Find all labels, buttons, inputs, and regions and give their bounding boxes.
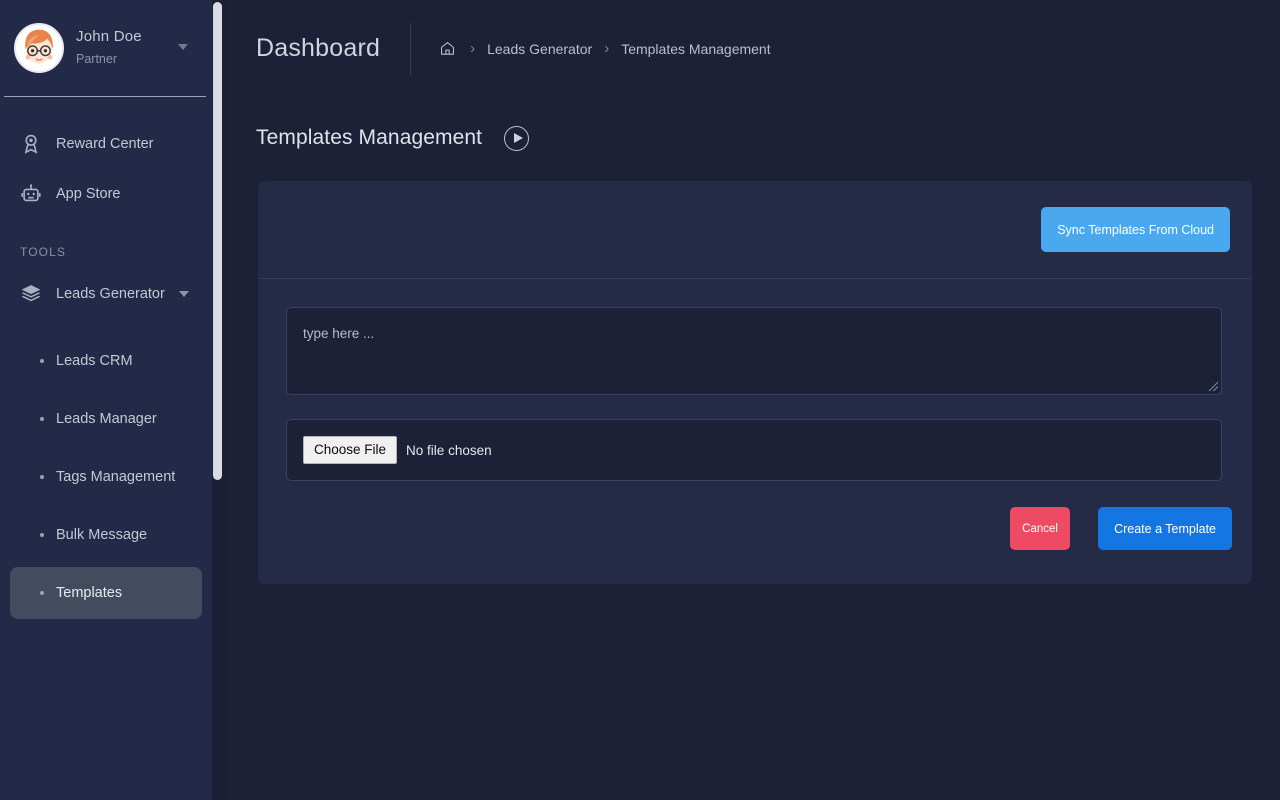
play-circle-icon[interactable]: [504, 125, 530, 151]
create-template-button[interactable]: Create a Template: [1098, 507, 1232, 550]
sidebar-group-leads-generator[interactable]: Leads Generator: [0, 269, 212, 319]
award-ribbon-icon: [18, 131, 44, 157]
home-icon[interactable]: [439, 40, 456, 57]
template-textarea[interactable]: [286, 307, 1222, 395]
sidebar-section-label: TOOLS: [20, 245, 66, 259]
breadcrumb-separator: ›: [470, 40, 476, 57]
bullet-icon: [40, 533, 44, 537]
card-body: Choose File No file chosen: [258, 279, 1252, 481]
card-actions: Cancel Create a Template: [258, 481, 1252, 584]
bullet-icon: [40, 359, 44, 363]
avatar: [14, 23, 64, 73]
profile-menu[interactable]: John Doe Partner: [0, 0, 212, 96]
page-heading: Templates Management: [228, 97, 1280, 157]
sidebar-subitem-label: Tags Management: [56, 469, 176, 485]
topbar-divider: [410, 22, 412, 75]
sidebar-item-app-store[interactable]: App Store: [0, 169, 212, 219]
sidebar-content: John Doe Partner Reward Center App Store…: [0, 0, 212, 800]
play-triangle: [513, 133, 523, 143]
sidebar: John Doe Partner Reward Center App Store…: [0, 0, 228, 800]
sidebar-item-reward-center[interactable]: Reward Center: [0, 119, 212, 169]
user-avatar-icon: [16, 25, 62, 71]
template-text-wrapper: [286, 307, 1222, 395]
sync-templates-button[interactable]: Sync Templates From Cloud: [1041, 207, 1230, 252]
topbar: Dashboard › Leads Generator › Templates …: [228, 0, 1280, 97]
breadcrumb-item-leads-generator[interactable]: Leads Generator: [487, 41, 592, 57]
bullet-icon: [40, 417, 44, 421]
sidebar-subitem-label: Bulk Message: [56, 527, 148, 543]
breadcrumb-item-templates-management[interactable]: Templates Management: [621, 41, 770, 57]
profile-role: Partner: [76, 52, 117, 67]
sidebar-item-leads-crm[interactable]: Leads CRM: [10, 335, 202, 387]
page-header-title: Dashboard: [256, 34, 381, 62]
choose-file-button[interactable]: Choose File: [303, 436, 398, 464]
sidebar-item-leads-manager[interactable]: Leads Manager: [10, 393, 202, 445]
sidebar-subitem-label: Leads Manager: [56, 411, 157, 427]
bullet-icon: [40, 475, 44, 479]
breadcrumb: › Leads Generator › Templates Management: [439, 40, 771, 57]
caret-down-icon[interactable]: [178, 291, 189, 297]
sidebar-subitem-label: Leads CRM: [56, 353, 133, 369]
app-root: John Doe Partner Reward Center App Store…: [0, 0, 1280, 800]
profile-name: John Doe: [76, 28, 142, 46]
sidebar-subitem-label: Templates: [56, 585, 123, 601]
sidebar-item-label: Reward Center: [56, 136, 154, 152]
robot-icon: [18, 181, 44, 207]
sidebar-item-tags-management[interactable]: Tags Management: [10, 451, 202, 503]
profile-text: John Doe Partner: [76, 28, 142, 67]
sidebar-group-label: Leads Generator: [56, 286, 165, 302]
bullet-icon: [40, 591, 44, 595]
sidebar-item-templates[interactable]: Templates: [10, 567, 202, 619]
main-content: Dashboard › Leads Generator › Templates …: [228, 0, 1280, 800]
templates-card: Sync Templates From Cloud Choose File No…: [258, 181, 1252, 584]
sidebar-subnav: Leads CRM Leads Manager Tags Management …: [0, 319, 212, 619]
sidebar-item-label: App Store: [56, 186, 121, 202]
sidebar-nav: Reward Center App Store TOOLS Leads Gene…: [0, 97, 212, 619]
file-status-label: No file chosen: [406, 442, 492, 458]
card-header: Sync Templates From Cloud: [258, 181, 1252, 279]
sidebar-scrollbar-thumb[interactable]: [213, 2, 222, 480]
caret-down-icon[interactable]: [178, 44, 188, 50]
layers-icon: [18, 281, 44, 307]
page-title: Templates Management: [256, 126, 483, 149]
file-upload-row[interactable]: Choose File No file chosen: [286, 419, 1222, 481]
cancel-button[interactable]: Cancel: [1010, 507, 1071, 550]
breadcrumb-separator: ›: [604, 40, 610, 57]
sidebar-item-bulk-message[interactable]: Bulk Message: [10, 509, 202, 561]
